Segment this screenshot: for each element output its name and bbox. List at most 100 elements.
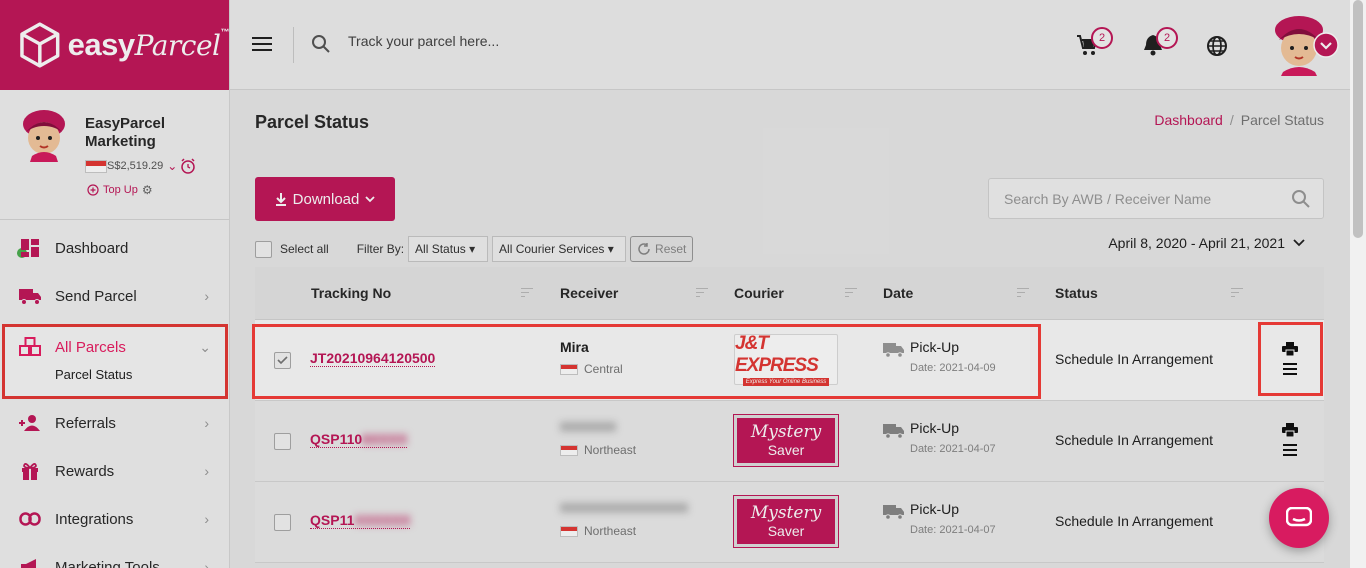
header-status: Status xyxy=(1055,285,1098,301)
sort-icon[interactable] xyxy=(696,288,708,300)
wallet-balance[interactable]: S$2,519.29 ⌄ xyxy=(85,157,197,175)
sidebar-item-dashboard[interactable]: Dashboard xyxy=(0,224,229,272)
menu-icon[interactable] xyxy=(1283,363,1297,375)
row-checkbox[interactable] xyxy=(274,514,291,531)
singapore-flag-icon xyxy=(560,525,578,537)
sort-icon[interactable] xyxy=(1231,288,1243,300)
scrollbar-thumb[interactable] xyxy=(1353,0,1363,238)
receiver-name: Mira xyxy=(560,339,589,355)
boxes-icon xyxy=(18,337,42,357)
sort-icon[interactable] xyxy=(1017,288,1029,300)
courier-filter-dropdown[interactable]: All Courier Services ▾ xyxy=(492,236,627,262)
table-row[interactable]: QSP11XXXXXX XXXXXXXXXXXXXXXX Northeast M… xyxy=(255,482,1324,563)
topbar: 2 2 xyxy=(230,0,1350,90)
sidebar-item-integrations[interactable]: Integrations › xyxy=(0,495,229,543)
top-up-link[interactable]: Top Up ⚙ xyxy=(87,183,153,197)
link-icon xyxy=(18,509,42,529)
header-receiver: Receiver xyxy=(560,285,619,301)
notification-count-badge: 2 xyxy=(1156,27,1178,49)
courier-name: J&T EXPRESS xyxy=(735,333,819,376)
chevron-down-icon[interactable] xyxy=(1313,32,1339,58)
chevron-down-icon[interactable]: ⌄ xyxy=(167,159,177,173)
table-row[interactable]: JT20210964120500 Mira Central J&T EXPRES… xyxy=(255,320,1324,401)
chevron-right-icon: › xyxy=(204,415,209,431)
date-type: Pick-Up xyxy=(910,339,960,355)
print-icon[interactable] xyxy=(1282,342,1298,356)
search-icon[interactable] xyxy=(311,34,331,54)
breadcrumb-dashboard-link[interactable]: Dashboard xyxy=(1154,112,1223,128)
chat-button[interactable] xyxy=(1269,488,1329,548)
chevron-down-icon xyxy=(1293,239,1305,247)
date-type: Pick-Up xyxy=(910,501,960,517)
profile-name: EasyParcel Marketing xyxy=(85,115,166,150)
divider xyxy=(293,27,294,63)
select-all-checkbox[interactable] xyxy=(255,240,272,258)
receiver-region: Central xyxy=(560,362,623,376)
status-text: Schedule In Arrangement xyxy=(1055,513,1213,529)
globe-icon[interactable] xyxy=(1206,35,1228,57)
header-date: Date xyxy=(883,285,914,301)
menu-icon[interactable] xyxy=(252,37,272,55)
tracking-number-link[interactable]: QSP11XXXXXX xyxy=(310,512,411,529)
page-scrollbar[interactable] xyxy=(1350,0,1366,568)
chevron-right-icon: › xyxy=(204,463,209,479)
sidebar-item-all-parcels[interactable]: All Parcels ⌄ xyxy=(5,329,225,365)
date-range-picker[interactable]: April 8, 2020 - April 21, 2021 xyxy=(1108,235,1305,251)
truck-icon xyxy=(883,505,904,520)
menu-icon[interactable] xyxy=(1283,444,1297,456)
add-user-icon xyxy=(18,413,42,433)
chevron-down-icon: ⌄ xyxy=(199,338,211,355)
user-menu-button[interactable] xyxy=(1267,14,1339,76)
avatar[interactable] xyxy=(14,108,74,162)
sidebar-item-referrals[interactable]: Referrals › xyxy=(0,399,229,447)
row-checkbox[interactable] xyxy=(274,433,291,450)
courier-logo-mystery-saver: Mystery Saver xyxy=(733,414,839,467)
status-text: Schedule In Arrangement xyxy=(1055,432,1213,448)
brand-name: easyParcel™ xyxy=(67,27,229,62)
sidebar-item-send-parcel[interactable]: Send Parcel › xyxy=(0,272,229,320)
receiver-region: Northeast xyxy=(560,524,636,538)
filter-by-label: Filter By: xyxy=(356,242,405,256)
dashboard-icon xyxy=(18,238,42,258)
gear-icon[interactable]: ⚙ xyxy=(142,183,153,197)
search-icon[interactable] xyxy=(1291,189,1311,209)
date-value: Date: 2021-04-07 xyxy=(910,443,996,455)
cube-logo-icon xyxy=(20,22,60,68)
cart-button[interactable]: 2 xyxy=(1075,27,1113,62)
singapore-flag-icon xyxy=(560,363,578,375)
notifications-button[interactable]: 2 xyxy=(1142,27,1178,62)
sidebar-subitem-parcel-status[interactable]: Parcel Status xyxy=(5,367,225,382)
row-checkbox[interactable] xyxy=(274,352,291,369)
status-filter-dropdown[interactable]: All Status ▾ xyxy=(408,236,489,262)
awb-search-box xyxy=(988,178,1324,219)
alarm-icon[interactable] xyxy=(179,157,197,175)
cart-count-badge: 2 xyxy=(1091,27,1113,49)
sort-icon[interactable] xyxy=(521,288,533,300)
download-button[interactable]: Download xyxy=(255,177,395,221)
date-type: Pick-Up xyxy=(910,420,960,436)
awb-search-input[interactable] xyxy=(1004,191,1284,207)
brand-logo[interactable]: easyParcel™ xyxy=(0,0,229,90)
courier-logo-mystery-saver: Mystery Saver xyxy=(733,495,839,548)
header-tracking-no: Tracking No xyxy=(311,285,392,301)
table-header: Tracking No Receiver Courier Date Status xyxy=(255,267,1324,320)
profile-card: EasyParcel Marketing S$2,519.29 ⌄ Top Up… xyxy=(0,90,229,258)
page-title: Parcel Status xyxy=(255,112,370,132)
reset-button[interactable]: Reset xyxy=(630,236,694,262)
status-text: Schedule In Arrangement xyxy=(1055,351,1213,367)
sidebar-item-marketing-tools[interactable]: Marketing Tools › xyxy=(0,543,229,568)
row-actions xyxy=(1281,342,1299,375)
table-row[interactable]: QSP1106XXXX XXXXXXX Northeast Mystery Sa… xyxy=(255,401,1324,482)
receiver-region: Northeast xyxy=(560,443,636,457)
row-actions xyxy=(1281,423,1299,456)
sort-icon[interactable] xyxy=(845,288,857,300)
plus-circle-icon xyxy=(87,184,99,196)
print-icon[interactable] xyxy=(1282,423,1298,437)
gift-icon xyxy=(18,461,42,481)
chevron-right-icon: › xyxy=(204,511,209,527)
tracking-number-link[interactable]: JT20210964120500 xyxy=(310,350,436,367)
tracking-number-link[interactable]: QSP1106XXXX xyxy=(310,431,408,448)
track-parcel-input[interactable] xyxy=(348,33,648,49)
chevron-right-icon: › xyxy=(204,559,209,568)
sidebar-item-rewards[interactable]: Rewards › xyxy=(0,447,229,495)
